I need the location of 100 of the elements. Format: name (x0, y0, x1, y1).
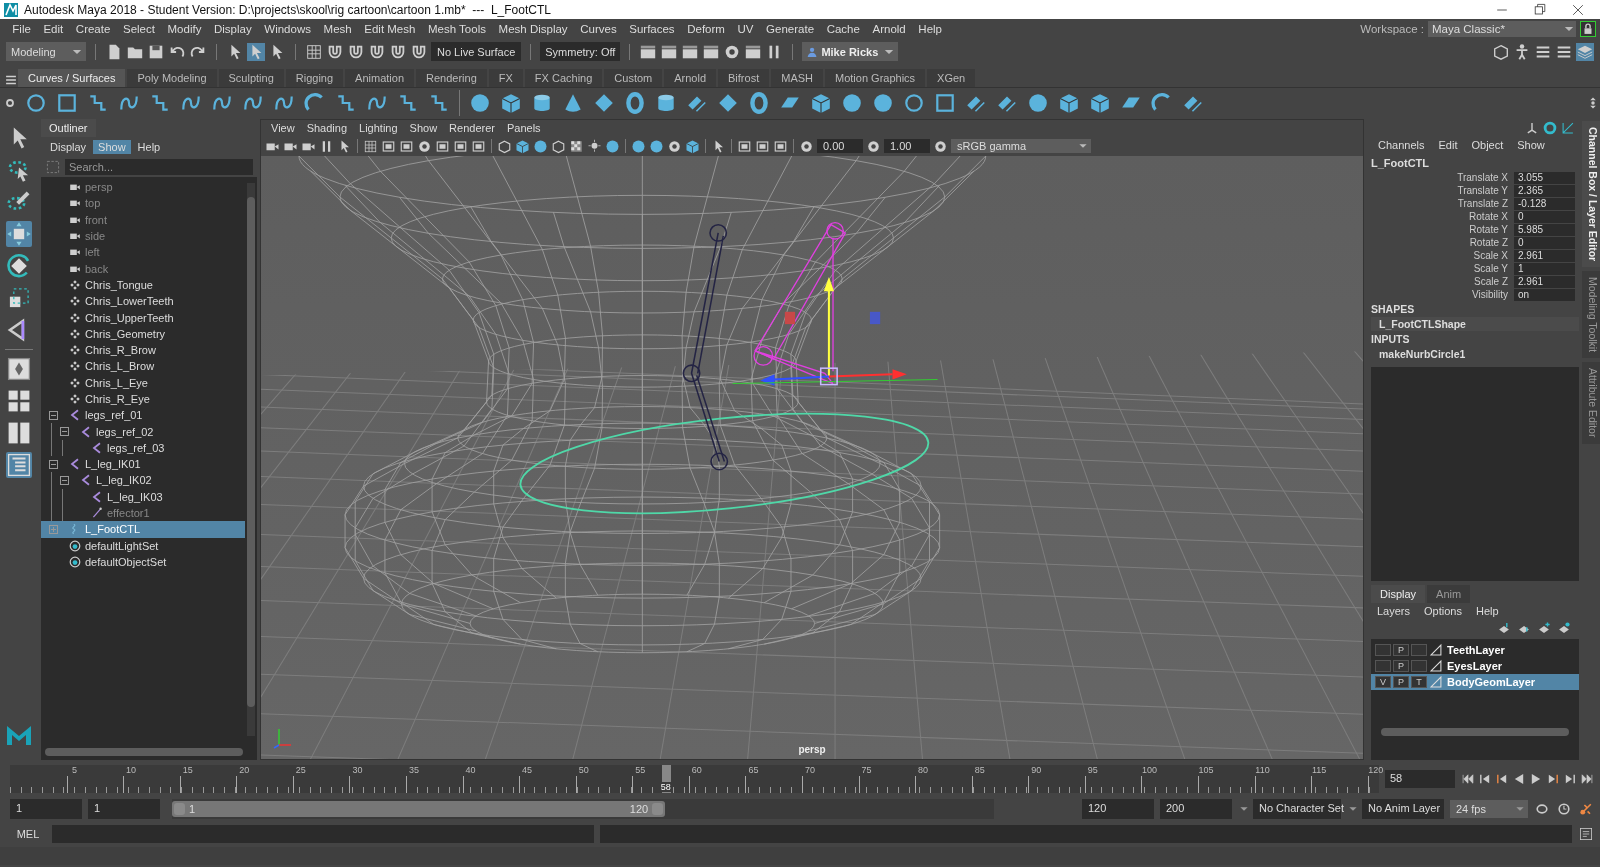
sphere-icon[interactable] (631, 138, 646, 154)
frame-icon[interactable] (453, 138, 468, 154)
gate-mask-icon[interactable] (417, 138, 432, 154)
side-tab[interactable]: Channel Box / Layer Editor (1582, 121, 1600, 268)
outliner-item[interactable]: defaultLightSet (41, 537, 245, 554)
wireframe-icon[interactable] (497, 138, 512, 154)
xray-icon[interactable] (755, 138, 770, 154)
command-input-field[interactable] (52, 825, 594, 843)
outliner-item[interactable]: L_leg_IK02 (52, 472, 245, 489)
cone-icon[interactable] (562, 92, 584, 114)
move-tool-icon[interactable] (6, 221, 32, 247)
layer-toggle[interactable] (1375, 660, 1391, 672)
sphere-icon[interactable] (1027, 92, 1049, 114)
channel-label[interactable]: Visibility (1367, 289, 1514, 300)
two-pane-layout-icon[interactable] (6, 420, 32, 446)
workspace-dropdown[interactable]: Maya Classic* (1428, 20, 1576, 37)
square-icon[interactable] (934, 92, 956, 114)
light-icon[interactable] (587, 138, 602, 154)
layer-row[interactable]: P TeethLayer (1371, 642, 1579, 658)
current-frame-field[interactable]: 58 (1385, 769, 1455, 788)
outliner-item[interactable]: L_leg_IK01 (41, 456, 245, 473)
outliner-item[interactable]: side (41, 227, 245, 245)
menu-item[interactable]: Options (1424, 605, 1462, 617)
menu-item[interactable]: Renderer (443, 122, 501, 134)
lock-icon[interactable] (1580, 20, 1596, 37)
layer-row[interactable]: P EyesLayer (1371, 658, 1579, 674)
channel-label[interactable]: Translate Z (1367, 198, 1514, 209)
torus-icon[interactable] (748, 92, 770, 114)
loop-icon[interactable] (1534, 801, 1550, 817)
outliner-item[interactable]: Chris_R_Eye (41, 390, 245, 408)
channel-value-field[interactable]: 1 (1514, 262, 1575, 275)
anim-layer-field[interactable]: No Anim Layer (1362, 799, 1444, 819)
color-space-dropdown[interactable]: sRGB gamma (951, 139, 1091, 153)
layer-tab[interactable]: Display (1371, 585, 1426, 603)
checker-icon[interactable] (569, 138, 584, 154)
menu-item[interactable]: Help (1475, 605, 1499, 617)
input-node[interactable]: makeNurbCircle1 (1367, 347, 1579, 361)
channel-value-field[interactable]: 0 (1514, 210, 1575, 223)
layer-toggle[interactable] (1411, 644, 1427, 656)
shelf-menu-icon[interactable] (4, 73, 18, 87)
grid-icon[interactable] (363, 138, 378, 154)
maya-logo-icon[interactable] (6, 724, 32, 746)
command-language[interactable]: MEL (10, 828, 46, 840)
outliner-item[interactable]: defaultObjectSet (41, 553, 245, 571)
channel-value-field[interactable]: on (1514, 288, 1575, 301)
menu-item[interactable]: Display (207, 22, 258, 35)
layers-icon[interactable] (1576, 42, 1594, 61)
curve-icon[interactable] (149, 92, 171, 114)
outliner-layout-icon[interactable] (6, 452, 32, 478)
range-handle[interactable] (652, 803, 664, 815)
sphere-icon[interactable] (872, 92, 894, 114)
auto-key-icon[interactable] (1578, 801, 1594, 817)
menu-item[interactable]: Edit (37, 22, 70, 35)
single-pane-layout-icon[interactable] (6, 356, 32, 382)
foot-control-circle[interactable] (519, 412, 930, 515)
channel-label[interactable]: Translate Y (1367, 185, 1514, 196)
cursor-icon[interactable] (247, 42, 265, 61)
side-tab[interactable]: Modeling Toolkit (1582, 271, 1600, 359)
channel-icon[interactable] (1543, 121, 1557, 135)
channel-value-field[interactable]: -0.128 (1514, 197, 1575, 210)
diamond-icon[interactable] (593, 92, 615, 114)
collapse-icon[interactable] (49, 410, 58, 420)
graph-icon[interactable] (1561, 121, 1575, 135)
playback-end-field[interactable]: 120 (1082, 799, 1154, 819)
menu-item[interactable]: Cache (820, 22, 867, 35)
shelf-tab[interactable]: Custom (604, 69, 663, 87)
curve-icon[interactable] (428, 92, 450, 114)
collapse-icon[interactable] (60, 427, 69, 437)
exposure-icon[interactable] (799, 138, 814, 154)
exposure-field[interactable]: 0.00 (817, 139, 863, 153)
shelf-tab[interactable]: Animation (345, 69, 414, 87)
shelf-tab[interactable]: Poly Modeling (127, 69, 217, 87)
shelf-tab[interactable]: Rendering (416, 69, 487, 87)
channel-label[interactable]: Rotate Y (1367, 224, 1514, 235)
shelf-tab[interactable]: Motion Graphics (825, 69, 926, 87)
modeling-toolkit-icon[interactable] (1492, 42, 1510, 61)
layer-toggle[interactable]: P (1393, 660, 1409, 672)
gamma-icon[interactable] (866, 138, 881, 154)
four-pane-layout-icon[interactable] (6, 388, 32, 414)
frame-icon[interactable] (471, 138, 486, 154)
layer-toggle[interactable]: P (1393, 676, 1409, 688)
diamond-icon[interactable] (717, 92, 739, 114)
ik-handle-drawing[interactable] (753, 221, 847, 385)
move-layer-up-icon[interactable] (1497, 621, 1511, 635)
channel-value-field[interactable]: 2.961 (1514, 249, 1575, 262)
menu-item[interactable]: Curves (573, 22, 623, 35)
curve-icon[interactable] (335, 92, 357, 114)
outliner-item[interactable]: legs_ref_02 (52, 423, 245, 440)
menu-item[interactable]: Mesh Tools (421, 22, 493, 35)
menu-item[interactable]: Object (1464, 139, 1511, 151)
sound-icon[interactable] (1556, 801, 1572, 817)
menu-item[interactable]: Edit (1431, 139, 1465, 151)
outliner-item[interactable]: back (41, 260, 245, 277)
outliner-item[interactable]: Chris_Geometry (41, 325, 245, 342)
menu-item[interactable]: File (6, 22, 38, 35)
menu-item[interactable]: Show (403, 122, 444, 134)
layer-toggle[interactable]: V (1375, 676, 1391, 688)
rotate-tool-icon[interactable] (6, 253, 32, 279)
channel-value-field[interactable]: 2.961 (1514, 275, 1575, 288)
shelf-tab[interactable]: Curves / Surfaces (18, 69, 126, 87)
